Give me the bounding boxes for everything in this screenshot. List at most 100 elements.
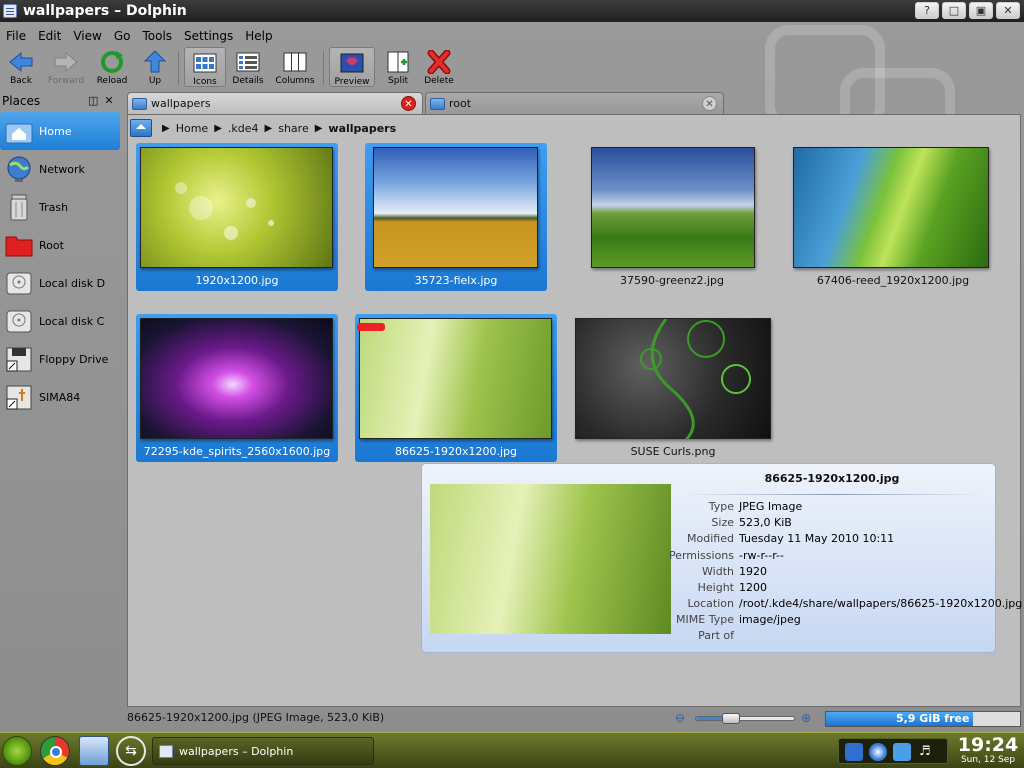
details-view-button[interactable]: Details (225, 47, 271, 86)
help-button[interactable]: ? (915, 2, 939, 19)
menu-settings[interactable]: Settings (178, 27, 239, 45)
breadcrumb-separator: ▶ (314, 122, 323, 134)
window-title: wallpapers – Dolphin (23, 3, 187, 19)
forward-arrow-icon (53, 50, 79, 74)
kde-updater-icon[interactable] (845, 743, 863, 761)
back-arrow-icon (8, 50, 34, 74)
menu-bar: File Edit View Go Tools Settings Help (0, 27, 279, 45)
places-item-local-disk-d[interactable]: Local disk D (0, 264, 122, 302)
zoom-out-icon[interactable]: ⊖ (675, 711, 685, 725)
tooltip-preview-image (430, 484, 671, 634)
breadcrumb-wallpapers[interactable]: wallpapers (328, 122, 396, 135)
preview-toggle-button[interactable]: Preview (329, 47, 375, 87)
opensuse-menu-icon[interactable] (2, 736, 32, 766)
main-toolbar: Back Forward Reload Up Icons Details Col… (0, 47, 470, 91)
file-item[interactable]: 72295-kde_spirits_2560x1600.jpg (136, 314, 338, 462)
menu-view[interactable]: View (67, 27, 107, 45)
breadcrumb-home[interactable]: Home (176, 122, 208, 135)
file-item[interactable]: 86625-1920x1200.jpg (355, 314, 557, 462)
icons-view-button[interactable]: Icons (184, 47, 226, 87)
taskbar: ⇆ wallpapers – Dolphin ♬ 19:24 Sun, 12 S… (0, 732, 1024, 768)
zoom-slider-track[interactable] (695, 713, 795, 724)
usb-drive-icon (4, 383, 34, 411)
thumbnail (359, 318, 552, 439)
breadcrumb-share[interactable]: share (278, 122, 309, 135)
zoom-in-icon[interactable]: ⊕ (801, 711, 811, 725)
menu-file[interactable]: File (0, 27, 32, 45)
places-item-trash[interactable]: Trash (0, 188, 122, 226)
places-item-floppy-drive[interactable]: Floppy Drive (0, 340, 122, 378)
taskbar-window-dolphin[interactable]: wallpapers – Dolphin (152, 737, 374, 765)
breadcrumb: ▶ Home ▶ .kde4 ▶ share ▶ wallpapers (128, 115, 1020, 141)
details-view-icon (235, 50, 261, 74)
places-item-sima84[interactable]: SIMA84 (0, 378, 122, 416)
breadcrumb-separator: ▶ (264, 122, 273, 134)
minimize-button[interactable]: □ (942, 2, 966, 19)
delete-button[interactable]: Delete (416, 47, 462, 86)
usb-device-notifier-icon[interactable]: ⇆ (116, 736, 146, 766)
breadcrumb-kde4[interactable]: .kde4 (228, 122, 259, 135)
tooltip-prop-row: Height 1200 (697, 581, 767, 594)
reload-button[interactable]: Reload (89, 47, 135, 86)
tooltip-prop-row: Location/root/.kde4/share/wallpapers/866… (687, 597, 1023, 610)
clock[interactable]: 19:24 Sun, 12 Sep (953, 735, 1023, 765)
back-button[interactable]: Back (0, 47, 44, 86)
tab-root[interactable]: root ✕ (425, 92, 724, 114)
places-item-local-disk-c[interactable]: Local disk C (0, 302, 122, 340)
file-item[interactable]: 37590-greenz2.jpg (581, 143, 763, 291)
menu-help[interactable]: Help (239, 27, 278, 45)
columns-view-button[interactable]: Columns (272, 47, 318, 86)
places-item-home[interactable]: Home (0, 112, 120, 150)
places-item-network[interactable]: Network (0, 150, 122, 188)
file-manager-icon[interactable] (79, 736, 109, 766)
zoom-slider-handle[interactable] (722, 713, 740, 724)
chrome-browser-icon[interactable] (40, 736, 70, 766)
red-folder-icon (4, 231, 34, 259)
home-icon[interactable] (130, 119, 152, 137)
maximize-button[interactable]: ▣ (969, 2, 993, 19)
up-button[interactable]: Up (132, 47, 178, 86)
clock-date: Sun, 12 Sep (960, 755, 1016, 765)
close-tab-icon[interactable]: ✕ (702, 96, 717, 111)
file-item[interactable]: 1920x1200.jpg (136, 143, 338, 291)
thumbnail (140, 318, 333, 439)
selection-toggle-icon[interactable] (357, 323, 385, 331)
forward-button[interactable]: Forward (43, 47, 89, 86)
places-panel-title: Places (2, 94, 41, 108)
file-item[interactable]: 67406-reed_1920x1200.jpg (788, 143, 998, 291)
thumbnail (140, 147, 333, 268)
places-item-root[interactable]: Root (0, 226, 122, 264)
delete-x-icon (426, 49, 452, 75)
thumbnail (793, 147, 989, 268)
hard-disk-icon (4, 269, 34, 297)
menu-go[interactable]: Go (108, 27, 137, 45)
toolbar-separator (178, 51, 179, 85)
file-item[interactable]: SUSE Curls.png (573, 314, 773, 462)
volume-icon[interactable]: ♬ (919, 743, 937, 761)
tab-bar: wallpapers ✕ root ✕ (127, 92, 724, 114)
preview-icon (339, 51, 365, 75)
title-bar[interactable]: wallpapers – Dolphin ? □ ▣ ✕ (0, 0, 1024, 22)
close-button[interactable]: ✕ (996, 2, 1020, 19)
folder-icon (430, 97, 445, 110)
network-manager-icon[interactable] (893, 743, 911, 761)
home-folder-icon (4, 117, 34, 145)
dolphin-app-icon (159, 744, 173, 758)
menu-tools[interactable]: Tools (136, 27, 178, 45)
breadcrumb-separator: ▶ (162, 122, 170, 134)
thumbnail (591, 147, 755, 268)
thumbnail (373, 147, 538, 268)
file-item[interactable]: 35723-fielx.jpg (365, 143, 547, 291)
close-panel-icon[interactable]: ✕ (104, 94, 119, 107)
tooltip-prop-row: Size 523,0 KiB (711, 516, 792, 529)
tooltip-prop-row: Width 1920 (702, 565, 767, 578)
menu-edit[interactable]: Edit (32, 27, 67, 45)
tab-wallpapers[interactable]: wallpapers ✕ (127, 92, 423, 114)
free-space-label: 5,9 GiB free (895, 712, 970, 725)
dolphin-app-icon[interactable] (3, 4, 17, 18)
undock-icon[interactable]: ◫ (88, 94, 104, 107)
split-view-button[interactable]: Split (375, 47, 421, 86)
close-tab-icon[interactable]: ✕ (401, 96, 416, 111)
tooltip-prop-row: Part of (698, 629, 734, 642)
headphones-icon[interactable] (869, 743, 887, 761)
